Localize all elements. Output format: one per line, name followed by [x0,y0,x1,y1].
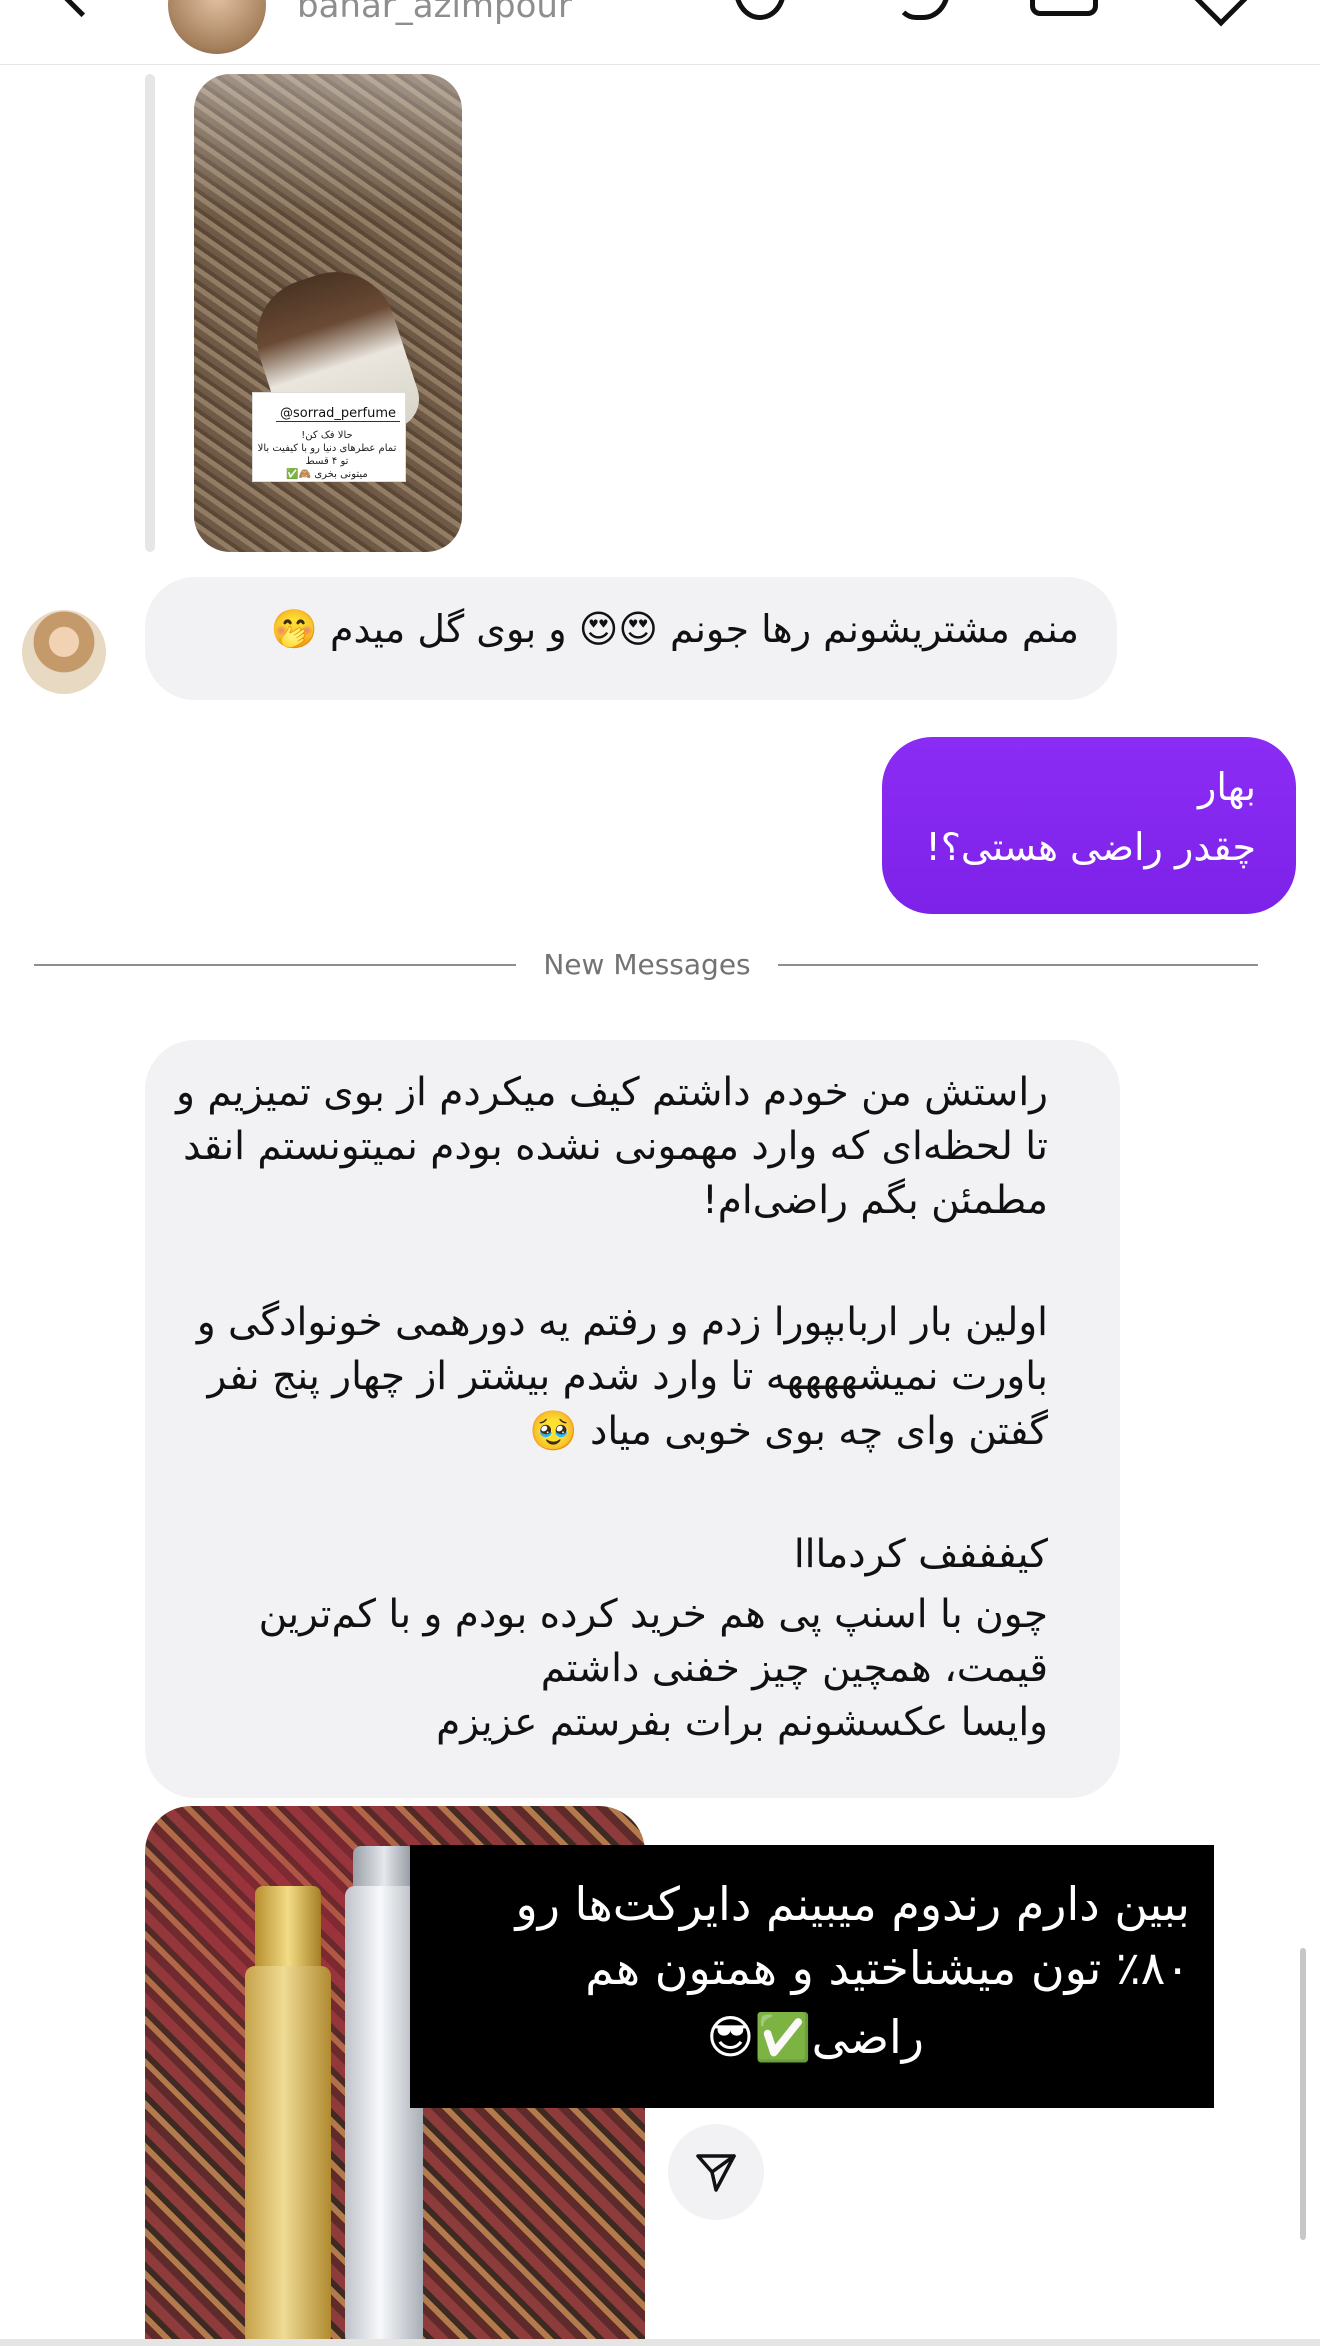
message-text-line: اولین بار اربابپورا زدم و رفتم یه دورهمی… [196,1300,1048,1345]
send-icon [696,2154,736,2192]
story-mention: @sorrad_perfume [276,406,400,422]
overlay-text-line: ببین دارم رندوم میبینم دایرکت‌ها رو [515,1877,1190,1931]
received-message-bubble[interactable]: راستش من خودم داشتم کیف میکردم از بوی تم… [145,1040,1120,1798]
message-text-line: تا لحظه‌ای که وارد مهمونی نشده بودم نمیت… [183,1124,1048,1169]
new-messages-divider: New Messages [543,948,751,981]
received-message-bubble[interactable]: منم مشتریشونم رها جونم 😍😍 و بوی گل میدم … [145,577,1117,700]
audio-call-icon[interactable] [734,0,786,20]
scrollbar[interactable] [1300,1948,1306,2240]
video-call-icon[interactable] [1030,0,1098,16]
chat-header: bahar_azimpour [0,0,1320,65]
message-text-line: قیمت، همچین چیز خفنی داشتم [540,1646,1048,1691]
gold-perfume-bottle [245,1966,331,2346]
story-line: حالا فک کن! [301,430,353,441]
message-text-line: راستش من خودم داشتم کیف میکردم از بوی تم… [176,1070,1048,1115]
message-text: منم مشتریشونم رها جونم 😍😍 و بوی گل میدم … [270,607,1079,651]
divider-line [34,964,516,966]
overlay-text-line: ٪۸۰ تون میشناختید و همتون هم [585,1941,1190,1995]
share-button[interactable] [668,2124,764,2220]
message-text-line: باورت نمیشههههه تا وارد شدم بیشتر از چها… [207,1354,1048,1399]
message-text-line: چقدر راضی هستی؟! [925,825,1257,869]
message-text-line: گفتن وای چه بوی خوبی میاد 🥹 [529,1409,1048,1454]
back-arrow-icon[interactable] [53,0,110,18]
story-line: تمام عطرهای دنیا رو با کیفیت بالا [257,443,397,454]
message-text-line: وایسا عکسشونم برات بفرستم عزیزم [436,1700,1048,1745]
message-text-line: کیفففف کردمااا [793,1532,1048,1577]
divider-line [778,964,1258,966]
sender-avatar[interactable] [22,610,106,694]
overlay-text-line: راضی✅😎 [706,2010,924,2064]
story-line: تو ۴ قسط [305,456,349,467]
header-avatar[interactable] [168,0,266,54]
message-text-line: مطمئن بگم راضی‌ام! [702,1178,1048,1223]
message-text-line: چون با اسنپ پی هم خرید کرده بودم و با کم… [258,1592,1048,1637]
header-username[interactable]: bahar_azimpour [297,0,572,26]
story-thumbnail[interactable]: @sorrad_perfume حالا فک کن! تمام عطرهای … [194,74,462,552]
story-reply-bar [145,74,155,552]
story-line: میتونی بخری 🙈✅ [286,469,368,480]
phone-icon[interactable] [896,0,950,20]
message-text-line: بهار [1197,765,1256,809]
flag-icon[interactable] [1185,0,1257,27]
bottom-bar [0,2339,1320,2346]
sent-message-bubble[interactable]: بهار چقدر راضی هستی؟! [882,737,1296,914]
caption-overlay: ببین دارم رندوم میبینم دایرکت‌ها رو ٪۸۰ … [410,1845,1214,2108]
